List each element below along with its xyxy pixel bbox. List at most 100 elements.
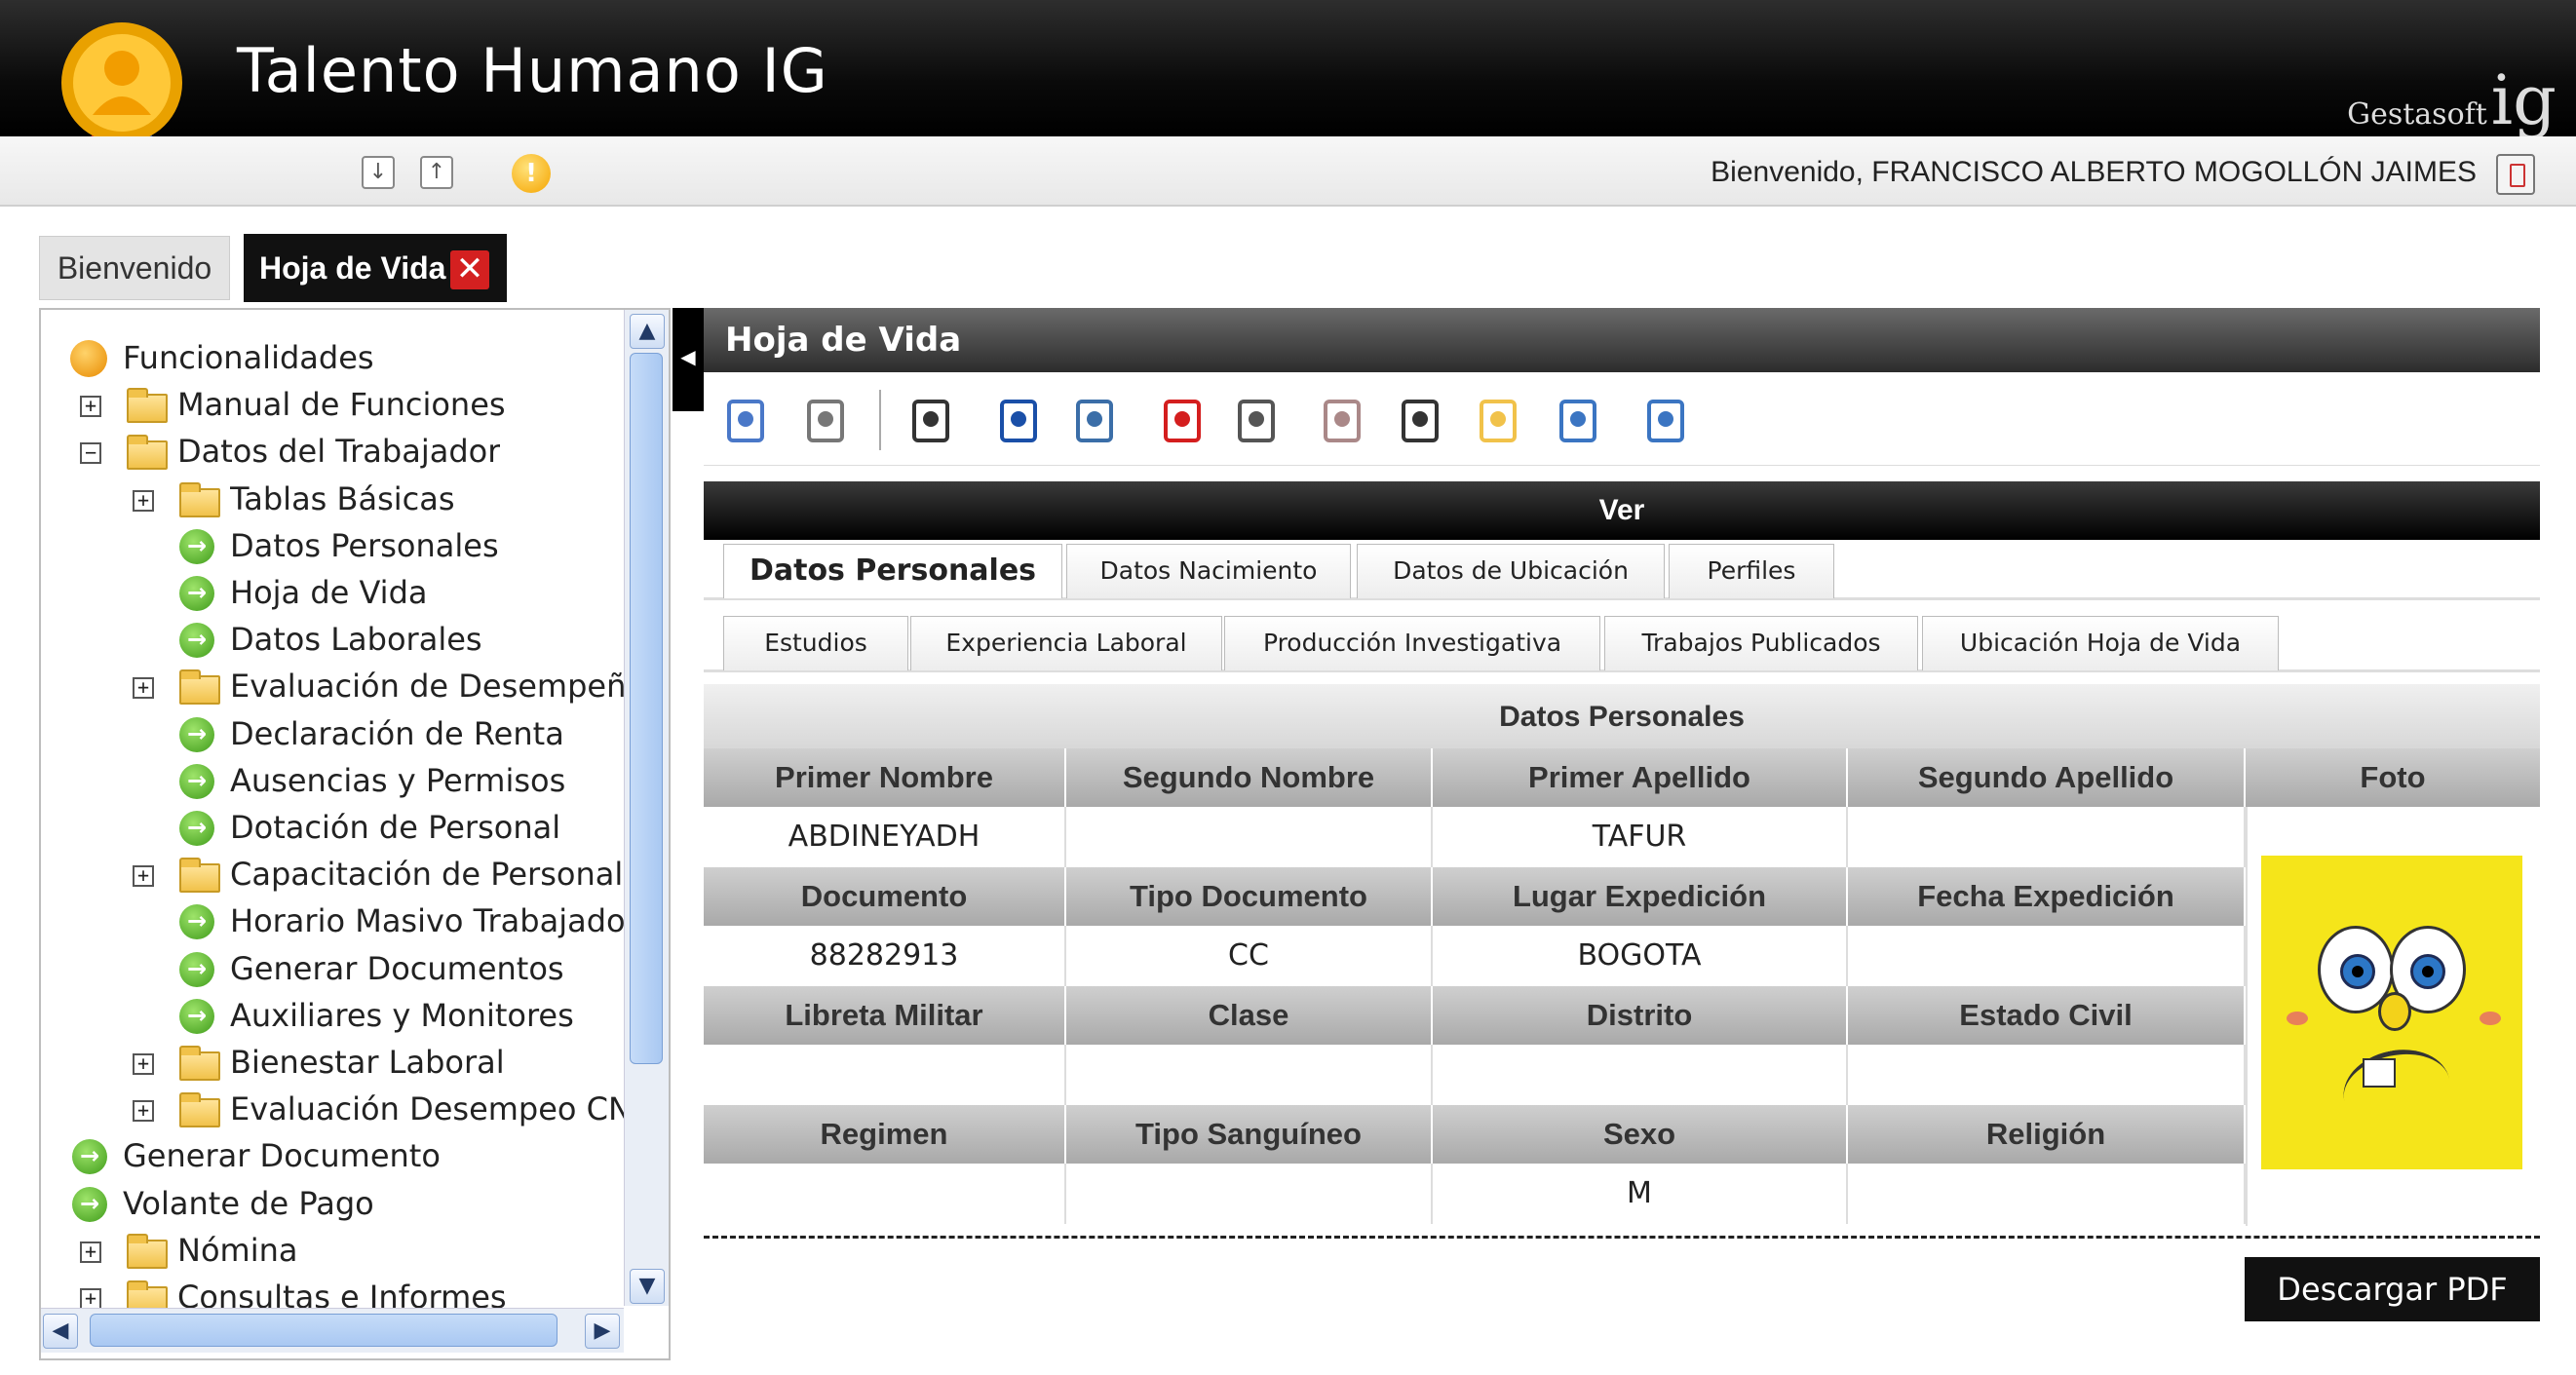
tree-item-label: Evaluación Desempeo CNS xyxy=(230,1090,624,1128)
tree-item-label: Tablas Básicas xyxy=(230,479,455,517)
folder-icon xyxy=(179,858,220,894)
tree-item-ausencias-y-permisos[interactable]: Ausencias y Permisos xyxy=(230,762,565,799)
tree-item-volante-de-pago[interactable]: Volante de Pago xyxy=(123,1185,374,1222)
tree-item-datos-del-trabajador[interactable]: Datos del Trabajador xyxy=(177,433,500,470)
tab-datos-ubicacion[interactable]: Datos de Ubicación xyxy=(1357,544,1665,598)
tab-produccion-investigativa[interactable]: Producción Investigativa xyxy=(1224,616,1600,670)
tree-item-datos-personales[interactable]: Datos Personales xyxy=(230,527,499,564)
toolbar-divider xyxy=(879,390,881,450)
tree-item-label: Manual de Funciones xyxy=(177,386,506,424)
arrow-right-icon: → xyxy=(179,811,214,846)
download-pdf-button[interactable]: Descargar PDF xyxy=(2245,1257,2540,1321)
tree-item-generar-documento[interactable]: Generar Documento xyxy=(123,1137,441,1174)
tab-trabajos-publicados[interactable]: Trabajos Publicados xyxy=(1604,616,1918,670)
folder-icon xyxy=(127,1233,168,1269)
grid-header-foto: Foto xyxy=(2246,748,2540,807)
tab-datos-nacimiento[interactable]: Datos Nacimiento xyxy=(1066,544,1351,598)
tree-item-evaluación-de-desempeño[interactable]: Evaluación de Desempeño xyxy=(230,668,624,705)
tree-item-dotación-de-personal[interactable]: Dotación de Personal xyxy=(230,809,560,846)
tree-item-horario-masivo-trabajador[interactable]: Horario Masivo Trabajador xyxy=(230,902,624,939)
arrow-right-icon: → xyxy=(179,576,214,611)
tab-experiencia-laboral[interactable]: Experiencia Laboral xyxy=(910,616,1222,670)
expand-icon[interactable]: + xyxy=(133,1053,154,1075)
tab-bienvenido[interactable]: Bienvenido xyxy=(39,236,230,300)
grid-value: TAFUR xyxy=(1433,807,1848,867)
scroll-left-icon[interactable]: ◀ xyxy=(43,1314,78,1349)
tree-item-label: Funcionalidades xyxy=(123,339,374,376)
tab-perfiles[interactable]: Perfiles xyxy=(1669,544,1834,598)
expand-icon[interactable]: + xyxy=(80,396,101,418)
tree-item-label: Datos Laborales xyxy=(230,621,482,659)
expand-icon[interactable]: + xyxy=(80,1241,101,1263)
tab-datos-personales[interactable]: Datos Personales xyxy=(723,544,1062,598)
grid-value xyxy=(1066,1045,1433,1105)
desk-icon[interactable] xyxy=(1396,394,1444,446)
tab-ubicacion-hoja-de-vida[interactable]: Ubicación Hoja de Vida xyxy=(1922,616,2279,670)
grid-value xyxy=(704,1164,1066,1224)
diploma-icon[interactable] xyxy=(1070,394,1119,446)
expand-icon[interactable]: + xyxy=(133,677,154,700)
ver-bar: Ver xyxy=(704,481,2540,540)
id-card-icon[interactable] xyxy=(994,394,1043,446)
award-icon[interactable] xyxy=(1158,394,1207,446)
vertical-scroll-thumb[interactable] xyxy=(630,353,663,1064)
tree-item-label: Datos Personales xyxy=(230,526,499,564)
graduation-icon[interactable] xyxy=(1232,394,1281,446)
grid-header: Tipo Documento xyxy=(1066,867,1433,926)
collapse-icon[interactable]: − xyxy=(80,442,101,465)
collapse-panel-icon[interactable]: ◀ xyxy=(673,308,704,411)
brand-mark: ig xyxy=(2490,60,2557,140)
search-icon[interactable] xyxy=(721,394,770,446)
tree-item-auxiliares-y-monitores[interactable]: Auxiliares y Monitores xyxy=(230,997,574,1034)
globe-icon xyxy=(70,340,107,377)
expand-icon[interactable]: + xyxy=(133,1100,154,1123)
tree-item-label: Horario Masivo Trabajador xyxy=(230,902,624,940)
upload-icon[interactable]: ↑ xyxy=(420,156,453,189)
inspect-icon[interactable] xyxy=(1554,394,1602,446)
logout-icon[interactable] xyxy=(2496,154,2535,195)
folder-icon xyxy=(179,1046,220,1081)
document-icon[interactable] xyxy=(801,394,850,446)
expand-icon[interactable]: + xyxy=(133,489,154,512)
tree-item-declaración-de-renta[interactable]: Declaración de Renta xyxy=(230,715,564,752)
close-icon[interactable]: ✕ xyxy=(450,250,489,289)
tree-item-capacitación-de-personal[interactable]: Capacitación de Personal xyxy=(230,856,623,893)
toolbar xyxy=(704,372,2540,466)
tree-item-tablas-básicas[interactable]: Tablas Básicas xyxy=(230,480,455,517)
tree-item-bienestar-laboral[interactable]: Bienestar Laboral xyxy=(230,1044,505,1081)
tree-item-generar-documentos[interactable]: Generar Documentos xyxy=(230,950,564,987)
horizontal-scroll-thumb[interactable] xyxy=(90,1314,557,1347)
tree-item-nómina[interactable]: Nómina xyxy=(177,1232,297,1269)
download-icon[interactable]: ↓ xyxy=(362,156,395,189)
expand-icon[interactable]: + xyxy=(133,865,154,888)
scroll-down-icon[interactable]: ▼ xyxy=(630,1269,665,1304)
grid-header: Fecha Expedición xyxy=(1848,867,2246,926)
grid-value: CC xyxy=(1066,926,1433,986)
tab-estudios[interactable]: Estudios xyxy=(723,616,908,670)
grid-value: BOGOTA xyxy=(1433,926,1848,986)
inspect-alt-icon[interactable] xyxy=(1641,394,1690,446)
grid-value: 88282913 xyxy=(704,926,1066,986)
tree-item-manual-de-funciones[interactable]: Manual de Funciones xyxy=(177,386,506,423)
signature-icon[interactable] xyxy=(906,394,955,446)
scroll-up-icon[interactable]: ▲ xyxy=(630,314,665,349)
tree-item-label: Volante de Pago xyxy=(123,1184,374,1222)
certificate-icon[interactable] xyxy=(1318,394,1366,446)
tree-item-label: Nómina xyxy=(177,1231,298,1269)
app-title: Talento Humano IG xyxy=(237,35,828,106)
grid-header: Regimen xyxy=(704,1105,1066,1164)
folder-icon[interactable] xyxy=(1474,394,1522,446)
tree-item-funcionalidades[interactable]: Funcionalidades xyxy=(123,339,374,376)
tree-item-evaluación-desempeo-cns[interactable]: Evaluación Desempeo CNS xyxy=(230,1090,624,1127)
tree-item-label: Ausencias y Permisos xyxy=(230,761,566,799)
grid-value xyxy=(1066,807,1433,867)
tree-item-hoja-de-vida[interactable]: Hoja de Vida xyxy=(230,574,427,611)
brand-name: Gestasoft xyxy=(2347,97,2487,132)
tree-item-datos-laborales[interactable]: Datos Laborales xyxy=(230,621,482,658)
grid-value xyxy=(1848,807,2246,867)
expand-icon[interactable]: + xyxy=(80,1288,101,1310)
tab-hoja-de-vida-label: Hoja de Vida xyxy=(259,250,446,286)
scroll-right-icon[interactable]: ▶ xyxy=(585,1314,620,1349)
grid-header: Estado Civil xyxy=(1848,986,2246,1045)
warning-icon[interactable]: ! xyxy=(512,154,551,193)
